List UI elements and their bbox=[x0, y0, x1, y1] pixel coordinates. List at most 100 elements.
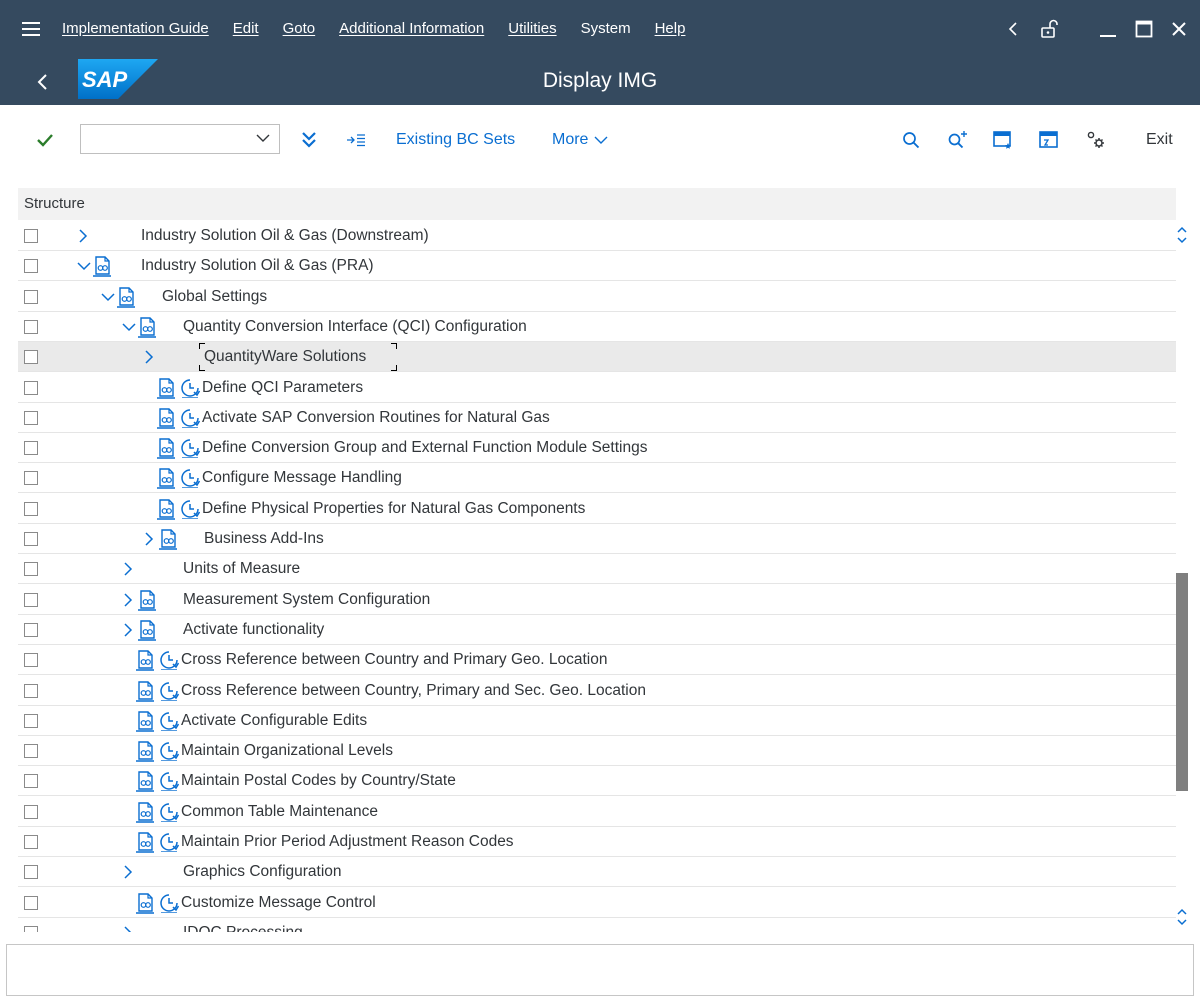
scrollbar-thumb[interactable] bbox=[1176, 573, 1188, 791]
row-checkbox[interactable] bbox=[24, 622, 38, 637]
tree-row[interactable]: Measurement System Configuration bbox=[18, 585, 1176, 615]
row-checkbox[interactable] bbox=[24, 289, 38, 304]
check-icon[interactable] bbox=[30, 123, 60, 157]
execute-activity-clock-icon[interactable] bbox=[159, 711, 180, 732]
expand-subtree-icon[interactable] bbox=[343, 123, 369, 157]
tree-row[interactable]: Maintain Organizational Levels bbox=[18, 736, 1176, 767]
tree-row[interactable]: Cross Reference between Country and Prim… bbox=[18, 645, 1176, 676]
row-checkbox[interactable] bbox=[24, 471, 38, 486]
chevron-right-icon[interactable] bbox=[142, 348, 156, 366]
tree-row-label[interactable]: Industry Solution Oil & Gas (PRA) bbox=[141, 257, 374, 275]
tree-row[interactable]: QuantityWare Solutions bbox=[18, 342, 1176, 373]
documentation-icon[interactable] bbox=[158, 528, 178, 550]
row-checkbox[interactable] bbox=[24, 441, 38, 456]
tree-row-label[interactable]: Activate SAP Conversion Routines for Nat… bbox=[202, 409, 550, 427]
tree-row[interactable]: Maintain Prior Period Adjustment Reason … bbox=[18, 827, 1176, 857]
tree-row[interactable]: Activate SAP Conversion Routines for Nat… bbox=[18, 403, 1176, 433]
documentation-icon[interactable] bbox=[92, 255, 112, 277]
documentation-icon[interactable] bbox=[135, 680, 155, 702]
tree-row[interactable]: Units of Measure bbox=[18, 554, 1176, 585]
documentation-icon[interactable] bbox=[135, 740, 155, 762]
more-button[interactable]: More bbox=[552, 123, 608, 157]
command-field[interactable] bbox=[80, 124, 280, 154]
menu-goto[interactable]: Goto bbox=[283, 20, 316, 37]
tree-row-label[interactable]: Common Table Maintenance bbox=[181, 803, 378, 821]
tree-row-label[interactable]: Activate functionality bbox=[183, 621, 324, 639]
documentation-icon[interactable] bbox=[135, 770, 155, 793]
execute-activity-clock-icon[interactable] bbox=[180, 438, 201, 459]
existing-bc-sets-button[interactable]: Existing BC Sets bbox=[396, 123, 515, 157]
hamburger-menu-icon[interactable] bbox=[0, 0, 62, 57]
row-checkbox[interactable] bbox=[24, 653, 38, 668]
row-checkbox[interactable] bbox=[24, 713, 38, 728]
search-next-icon[interactable] bbox=[946, 123, 968, 157]
tree-row[interactable]: Industry Solution Oil & Gas (Downstream) bbox=[18, 221, 1176, 251]
row-checkbox[interactable] bbox=[24, 229, 38, 243]
tree-row[interactable]: Global Settings bbox=[18, 282, 1176, 312]
tree-row-label[interactable]: Quantity Conversion Interface (QCI) Conf… bbox=[183, 318, 527, 336]
tree-row-label[interactable]: Define Physical Properties for Natural G… bbox=[202, 500, 585, 518]
tree-row-label[interactable]: Activate Configurable Edits bbox=[181, 712, 367, 730]
execute-activity-clock-icon[interactable] bbox=[180, 499, 201, 520]
tree-row-label[interactable]: Customize Message Control bbox=[181, 894, 376, 912]
documentation-icon[interactable] bbox=[135, 649, 155, 671]
tree-row-label[interactable]: Configure Message Handling bbox=[202, 469, 402, 487]
tree-row[interactable]: Define Conversion Group and External Fun… bbox=[18, 433, 1176, 464]
tree-row[interactable]: Maintain Postal Codes by Country/State bbox=[18, 766, 1176, 797]
row-checkbox[interactable] bbox=[24, 592, 38, 607]
tree-row-label[interactable]: Define Conversion Group and External Fun… bbox=[202, 439, 647, 457]
row-checkbox[interactable] bbox=[24, 501, 38, 516]
tree-row-label[interactable]: Maintain Postal Codes by Country/State bbox=[181, 772, 456, 790]
menu-edit[interactable]: Edit bbox=[233, 20, 259, 37]
documentation-icon[interactable] bbox=[156, 498, 176, 520]
menu-utilities[interactable]: Utilities bbox=[508, 20, 556, 37]
tree-row-label[interactable]: Maintain Organizational Levels bbox=[181, 742, 393, 760]
menu-additional-information[interactable]: Additional Information bbox=[339, 20, 484, 37]
row-checkbox[interactable] bbox=[24, 804, 38, 819]
exit-button[interactable]: Exit bbox=[1146, 123, 1173, 157]
tree-row[interactable]: Activate functionality bbox=[18, 615, 1176, 645]
double-chevron-down-icon[interactable] bbox=[295, 123, 323, 157]
documentation-icon[interactable] bbox=[156, 407, 176, 429]
tree-row[interactable]: Cross Reference between Country, Primary… bbox=[18, 676, 1176, 706]
execute-activity-clock-icon[interactable] bbox=[159, 681, 180, 702]
row-checkbox[interactable] bbox=[24, 259, 38, 274]
tree-row-label[interactable]: Cross Reference between Country, Primary… bbox=[181, 682, 646, 700]
chevron-right-icon[interactable] bbox=[76, 227, 90, 245]
execute-activity-clock-icon[interactable] bbox=[159, 771, 180, 793]
row-checkbox[interactable] bbox=[24, 895, 38, 910]
tree-row[interactable]: Activate Configurable Edits bbox=[18, 706, 1176, 736]
tree-row[interactable]: IDOC Processing bbox=[18, 918, 1176, 932]
minimize-icon[interactable] bbox=[1091, 0, 1125, 57]
menu-system[interactable]: System bbox=[581, 20, 631, 37]
tree-row[interactable]: Configure Message Handling bbox=[18, 463, 1176, 494]
tree-row[interactable]: Common Table Maintenance bbox=[18, 797, 1176, 827]
tree-row[interactable]: Customize Message Control bbox=[18, 888, 1176, 918]
row-checkbox[interactable] bbox=[24, 410, 38, 425]
tree-row[interactable]: Define Physical Properties for Natural G… bbox=[18, 494, 1176, 524]
lock-open-icon[interactable] bbox=[1032, 0, 1066, 57]
row-checkbox[interactable] bbox=[24, 835, 38, 849]
close-icon[interactable] bbox=[1162, 0, 1196, 57]
back-icon[interactable] bbox=[996, 0, 1030, 57]
execute-activity-clock-icon[interactable] bbox=[159, 893, 180, 914]
row-checkbox[interactable] bbox=[24, 925, 38, 932]
execute-activity-clock-icon[interactable] bbox=[180, 468, 201, 490]
execute-activity-clock-icon[interactable] bbox=[180, 378, 201, 399]
execute-activity-clock-icon[interactable] bbox=[159, 802, 180, 823]
tree-row-label[interactable]: Business Add-Ins bbox=[204, 530, 324, 548]
tree-row-label[interactable]: Graphics Configuration bbox=[183, 863, 342, 881]
documentation-icon[interactable] bbox=[137, 316, 157, 338]
tree-row-label[interactable]: Units of Measure bbox=[183, 560, 300, 578]
new-session-icon[interactable] bbox=[1037, 123, 1061, 157]
tree-row-label[interactable]: Global Settings bbox=[162, 288, 267, 306]
tree-row-label[interactable]: Industry Solution Oil & Gas (Downstream) bbox=[141, 227, 429, 245]
tree-row-label[interactable]: IDOC Processing bbox=[183, 924, 303, 932]
documentation-icon[interactable] bbox=[156, 377, 176, 399]
execute-activity-clock-icon[interactable] bbox=[180, 408, 201, 429]
customize-settings-icon[interactable] bbox=[1085, 123, 1107, 157]
documentation-icon[interactable] bbox=[137, 619, 157, 641]
chevron-down-icon[interactable] bbox=[121, 318, 136, 336]
documentation-icon[interactable] bbox=[135, 831, 155, 853]
search-icon[interactable] bbox=[900, 123, 922, 157]
